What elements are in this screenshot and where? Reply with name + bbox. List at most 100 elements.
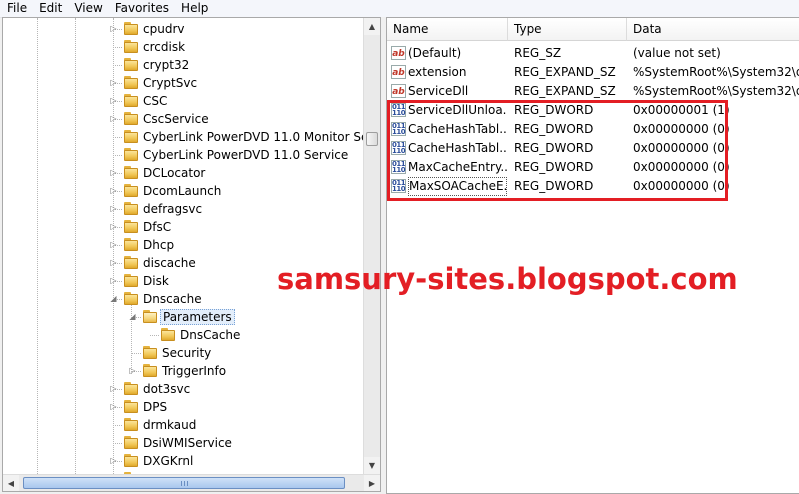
open-folder-icon: [142, 309, 158, 324]
tree-vertical-scrollbar[interactable]: ▲ ▼: [363, 18, 380, 474]
value-row[interactable]: ab ServiceDll REG_EXPAND_SZ %SystemRoot%\Sy…: [387, 82, 799, 101]
expand-arrow-icon[interactable]: ▷: [109, 222, 118, 231]
tree-horizontal-scroll-thumb[interactable]: [23, 477, 345, 489]
menu-favorites[interactable]: Favorites: [109, 0, 175, 17]
tree-item-label[interactable]: DnsCache: [178, 327, 242, 343]
tree-item[interactable]: Security: [3, 344, 364, 362]
value-row[interactable]: 011 110 CacheHashTabl... REG_DWORD 0x0000000…: [387, 120, 799, 139]
tree-item[interactable]: ▷ cpudrv: [3, 20, 364, 38]
tree-item[interactable]: DsiWMIService: [3, 434, 364, 452]
tree-item[interactable]: crcdisk: [3, 38, 364, 56]
column-header-data[interactable]: Data: [627, 18, 799, 41]
value-name[interactable]: ServiceDll: [408, 82, 507, 101]
tree-item[interactable]: ▷ TriggerInfo: [3, 362, 364, 380]
tree-item-label[interactable]: DsiWMIService: [141, 435, 234, 451]
collapse-arrow-icon[interactable]: ◢: [109, 294, 118, 303]
tree-item-label[interactable]: TriggerInfo: [160, 363, 228, 379]
tree-item-label[interactable]: Disk: [141, 273, 171, 289]
tree-item-label[interactable]: CSC: [141, 93, 169, 109]
value-name[interactable]: extension: [408, 63, 507, 82]
tree-item[interactable]: ▷ dot3svc: [3, 380, 364, 398]
tree-item-label[interactable]: DfsC: [141, 219, 173, 235]
expand-arrow-icon[interactable]: ▷: [109, 24, 118, 33]
tree-item-label[interactable]: defragsvc: [141, 201, 204, 217]
value-row[interactable]: 011 110 ServiceDllUnloa... REG_DWORD 0x00000…: [387, 101, 799, 120]
expand-arrow-icon[interactable]: ▷: [109, 96, 118, 105]
expand-arrow-icon[interactable]: ▷: [109, 78, 118, 87]
tree-item[interactable]: ▷ CSC: [3, 92, 364, 110]
tree-item[interactable]: ▷ CryptSvc: [3, 74, 364, 92]
value-name[interactable]: CacheHashTabl...: [408, 120, 507, 139]
expand-arrow-icon[interactable]: ▷: [109, 402, 118, 411]
tree-item-label[interactable]: CyberLink PowerDVD 11.0 Service: [141, 147, 350, 163]
scroll-up-icon[interactable]: ▲: [364, 18, 380, 35]
tree-item-label[interactable]: Parameters: [160, 309, 235, 325]
menu-file[interactable]: File: [0, 0, 33, 17]
tree-item[interactable]: CyberLink PowerDVD 11.0 Service: [3, 146, 364, 164]
value-data: 0x00000000 (0): [633, 122, 730, 136]
tree-item-label[interactable]: cpudrv: [141, 21, 186, 37]
tree-item[interactable]: ▷ DfsC: [3, 218, 364, 236]
tree-item[interactable]: ▷ defragsvc: [3, 200, 364, 218]
expand-arrow-icon[interactable]: ▷: [128, 366, 137, 375]
expand-arrow-icon[interactable]: ▷: [109, 204, 118, 213]
value-row[interactable]: ab extension REG_EXPAND_SZ %SystemRoot%\Sys…: [387, 63, 799, 82]
values-pane[interactable]: Name Type Data ab (Default) REG_SZ (value n…: [386, 17, 799, 494]
expand-arrow-icon[interactable]: ▷: [109, 168, 118, 177]
tree-item-label[interactable]: DcomLaunch: [141, 183, 223, 199]
value-row[interactable]: 011 110 MaxCacheEntry... REG_DWORD 0x0000000…: [387, 158, 799, 177]
tree-item[interactable]: ▷ DXGKrnl: [3, 452, 364, 470]
tree-item-label[interactable]: Dnscache: [141, 291, 204, 307]
value-name[interactable]: (Default): [408, 44, 507, 63]
tree-item-label[interactable]: CryptSvc: [141, 75, 199, 91]
expand-arrow-icon[interactable]: ▷: [109, 456, 118, 465]
tree-item[interactable]: crypt32: [3, 56, 364, 74]
tree-item[interactable]: DnsCache: [3, 326, 364, 344]
tree-item-label[interactable]: CscService: [141, 111, 211, 127]
menu-view[interactable]: View: [68, 0, 108, 17]
tree-item-label[interactable]: DCLocator: [141, 165, 207, 181]
tree-item-label[interactable]: DXGKrnl: [141, 453, 195, 469]
value-name[interactable]: CacheHashTabl...: [408, 139, 507, 158]
tree-item[interactable]: ▷ DcomLaunch: [3, 182, 364, 200]
value-name[interactable]: MaxSOACacheE...: [408, 177, 507, 196]
tree-item-label[interactable]: CyberLink PowerDVD 11.0 Monitor Service: [141, 129, 380, 145]
collapse-arrow-icon[interactable]: ◢: [128, 312, 137, 321]
expand-arrow-icon[interactable]: ▷: [109, 258, 118, 267]
value-row[interactable]: ab (Default) REG_SZ (value not set): [387, 44, 799, 63]
tree-horizontal-scrollbar[interactable]: ◀ ▶: [3, 474, 380, 491]
scroll-left-icon[interactable]: ◀: [3, 475, 19, 491]
expand-arrow-icon[interactable]: ▷: [109, 276, 118, 285]
tree-item-label[interactable]: discache: [141, 255, 198, 271]
tree-item-label[interactable]: Security: [160, 345, 213, 361]
expand-arrow-icon[interactable]: ▷: [109, 240, 118, 249]
value-row[interactable]: 011 110 CacheHashTabl... REG_DWORD 0x0000000…: [387, 139, 799, 158]
tree-item-label[interactable]: crcdisk: [141, 39, 187, 55]
expand-arrow-icon[interactable]: ▷: [109, 114, 118, 123]
scroll-down-icon[interactable]: ▼: [364, 457, 380, 474]
column-header-name[interactable]: Name: [387, 18, 508, 41]
expand-arrow-icon[interactable]: ▷: [109, 384, 118, 393]
tree-item-label[interactable]: Dhcp: [141, 237, 176, 253]
tree-item-label[interactable]: dot3svc: [141, 381, 192, 397]
scroll-right-icon[interactable]: ▶: [364, 475, 380, 491]
tree-item-label[interactable]: drmkaud: [141, 417, 198, 433]
menu-help[interactable]: Help: [175, 0, 214, 17]
value-name[interactable]: ServiceDllUnloa...: [408, 101, 507, 120]
tree-item[interactable]: ▷ Dhcp: [3, 236, 364, 254]
tree-item[interactable]: ▷ CscService: [3, 110, 364, 128]
tree-item[interactable]: ▷ DCLocator: [3, 164, 364, 182]
expand-arrow-icon[interactable]: ▷: [109, 186, 118, 195]
key-tree-pane[interactable]: ▷ cpudrv crcdisk crypt32 ▷ CryptSvc ▷ CSC ▷ CscSe…: [2, 17, 381, 492]
tree-vertical-scroll-thumb[interactable]: [366, 132, 378, 146]
tree-item-label[interactable]: DPS: [141, 399, 169, 415]
value-name[interactable]: MaxCacheEntry...: [408, 158, 507, 177]
column-header-type[interactable]: Type: [508, 18, 627, 41]
tree-item-label[interactable]: crypt32: [141, 57, 191, 73]
tree-item[interactable]: ▷ DPS: [3, 398, 364, 416]
menu-edit[interactable]: Edit: [33, 0, 68, 17]
tree-item[interactable]: drmkaud: [3, 416, 364, 434]
tree-item[interactable]: ◢ Parameters: [3, 308, 364, 326]
value-row[interactable]: 011 110 MaxSOACacheE... REG_DWORD 0x00000000…: [387, 177, 799, 196]
tree-item[interactable]: CyberLink PowerDVD 11.0 Monitor Service: [3, 128, 380, 146]
